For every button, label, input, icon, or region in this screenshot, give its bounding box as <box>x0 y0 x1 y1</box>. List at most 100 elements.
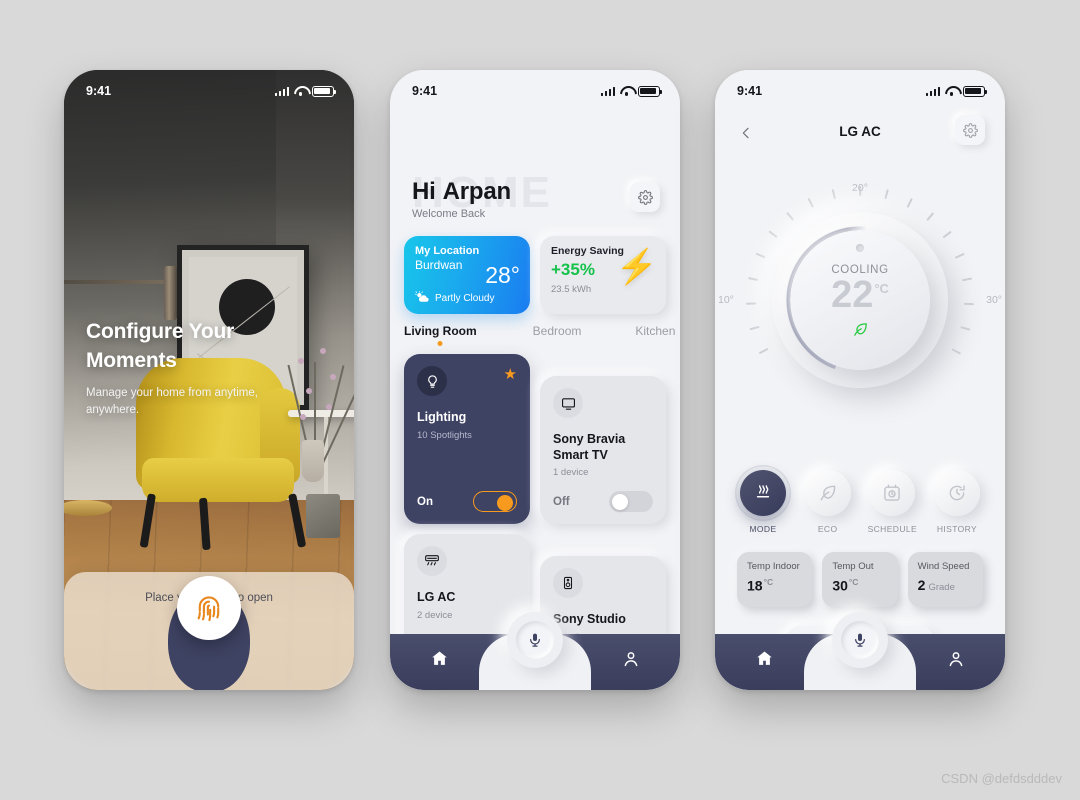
status-bar: 9:41 <box>64 70 354 104</box>
wifi-icon <box>294 86 307 96</box>
mode-label: MODE <box>749 524 777 534</box>
air-conditioner-icon <box>417 546 447 576</box>
dial-scale-left: 10° <box>718 294 734 306</box>
dial-inner-face[interactable]: COOLING 22°C <box>790 230 930 370</box>
device-card-sony-bravia-smart-tv[interactable]: Sony Bravia Smart TV 1 device Off <box>540 376 666 524</box>
watermark-credit: CSDN @defdsdddev <box>941 771 1062 786</box>
wifi-icon <box>945 86 958 96</box>
microphone-icon[interactable] <box>516 621 554 659</box>
status-bar: 9:41 <box>715 70 1005 104</box>
wifi-icon <box>620 86 633 96</box>
stat-label: Wind Speed <box>917 561 970 572</box>
device-name: Sony Bravia Smart TV <box>553 432 626 462</box>
microphone-button[interactable] <box>832 612 888 668</box>
phone-screen-ac-detail: 9:41 LG AC 20° 10° 30° COOLING 22°C MODE… <box>715 70 1005 690</box>
leaf-icon <box>852 321 869 343</box>
screenshot-canvas: 9:41 Configure Your Moments Manage your … <box>0 0 1080 800</box>
tab-bedroom[interactable]: Bedroom <box>533 324 582 346</box>
weather-title: My Location <box>415 245 480 257</box>
phone-screen-lock: 9:41 Configure Your Moments Manage your … <box>64 70 354 690</box>
device-toggle[interactable] <box>609 491 653 512</box>
device-name: Sony Studio <box>553 612 626 626</box>
device-count: 10 Spotlights <box>417 429 472 441</box>
headline-line-2: Moments <box>86 348 177 372</box>
device-name: LG AC <box>417 590 456 604</box>
headline-subtext: Manage your home from anytime, anywhere. <box>86 387 258 416</box>
weather-condition: Partly Cloudy <box>435 293 495 304</box>
tv-icon <box>553 388 583 418</box>
tab-active-dot <box>437 341 443 346</box>
battery-icon <box>312 85 337 97</box>
headline-line-1: Configure Your <box>86 320 235 343</box>
microphone-button[interactable] <box>507 612 563 668</box>
stat-unit: °C <box>763 577 774 587</box>
device-state: On <box>417 495 433 508</box>
partly-cloudy-icon <box>414 291 430 306</box>
stat-label: Temp Out <box>832 561 874 572</box>
mode-buttons: MODE ECO SCHEDULE HISTORY <box>737 470 983 534</box>
person-icon[interactable] <box>947 650 965 673</box>
person-icon[interactable] <box>622 650 640 673</box>
temperature-dial[interactable]: 20° 10° 30° COOLING 22°C <box>718 182 1002 414</box>
tab-kitchen[interactable]: Kitchen <box>635 324 675 346</box>
mode-button-history[interactable]: HISTORY <box>931 470 983 534</box>
summary-cards: My Location Burdwan 28° Partly Cloudy En… <box>404 236 666 314</box>
stat-value: 2 <box>917 577 926 593</box>
signal-bars-icon <box>925 86 940 96</box>
energy-card[interactable]: Energy Saving +35% 23.5 kWh ⚡ <box>540 236 666 314</box>
stat-value: 30 <box>832 577 848 594</box>
weather-card[interactable]: My Location Burdwan 28° Partly Cloudy <box>404 236 530 314</box>
dial-unit: °C <box>874 280 889 296</box>
stat-cards: Temp Indoor 18°C Temp Out 30°C Wind Spee… <box>737 552 983 607</box>
mode-label: SCHEDULE <box>867 524 918 534</box>
device-count: 1 device <box>553 467 589 479</box>
phone-screen-home: 9:41 HOME Hi Arpan Welcome Back My Locat… <box>390 70 680 690</box>
dial-knob-dot <box>856 244 864 252</box>
onboarding-hero: Configure Your Moments Manage your home … <box>86 318 286 418</box>
dial-scale-right: 30° <box>986 294 1002 306</box>
mode-button-schedule[interactable]: SCHEDULE <box>866 470 918 534</box>
welcome-text: Welcome Back <box>412 208 486 220</box>
mode-label: HISTORY <box>936 524 978 534</box>
fingerprint-icon[interactable] <box>177 576 241 640</box>
gear-icon[interactable] <box>955 115 985 145</box>
gear-icon[interactable] <box>630 182 660 212</box>
detail-header: LG AC <box>715 115 1005 152</box>
device-card-lighting[interactable]: ★ Lighting 10 Spotlights On <box>404 354 530 524</box>
stat-label: Temp Indoor <box>747 561 800 572</box>
room-tabs: Living Room Bedroom Kitchen <box>404 324 675 346</box>
status-time: 9:41 <box>86 84 112 98</box>
mode-button-mode[interactable]: MODE <box>737 470 789 534</box>
plant-decor <box>286 340 354 482</box>
mode-button-eco[interactable]: ECO <box>802 470 854 534</box>
home-icon[interactable] <box>755 649 774 673</box>
device-name: Lighting <box>417 410 467 424</box>
fingerprint-button[interactable] <box>166 576 252 690</box>
favorite-star-icon[interactable]: ★ <box>504 367 517 382</box>
stat-unit: °C <box>848 577 859 587</box>
status-time: 9:41 <box>412 84 438 98</box>
bottom-navigation <box>390 612 680 690</box>
history-clock-icon <box>933 470 980 516</box>
heat-waves-icon <box>740 470 786 516</box>
unlock-sheet: Place your finger to open <box>64 572 354 690</box>
stat-value: 18 <box>747 577 763 594</box>
dial-scale-top: 20° <box>852 182 868 194</box>
battery-icon <box>638 85 663 97</box>
microphone-icon[interactable] <box>841 621 879 659</box>
bottom-navigation <box>715 612 1005 690</box>
leaf-icon <box>804 470 851 516</box>
device-state: Off <box>553 495 570 508</box>
greeting-hi: Hi <box>412 178 436 205</box>
battery-icon <box>963 85 988 97</box>
stat-card-temp-out: Temp Out 30°C <box>822 552 898 607</box>
device-toggle[interactable] <box>473 491 517 512</box>
dial-temperature: 22 <box>831 273 874 316</box>
stat-card-temp-indoor: Temp Indoor 18°C <box>737 552 813 607</box>
weather-temperature: 28° <box>485 262 520 288</box>
home-icon[interactable] <box>430 649 449 673</box>
greeting-block: Hi Arpan Welcome Back <box>412 178 511 220</box>
tab-living-room[interactable]: Living Room <box>404 324 477 346</box>
schedule-clock-icon <box>869 470 916 516</box>
speaker-icon <box>553 568 583 598</box>
